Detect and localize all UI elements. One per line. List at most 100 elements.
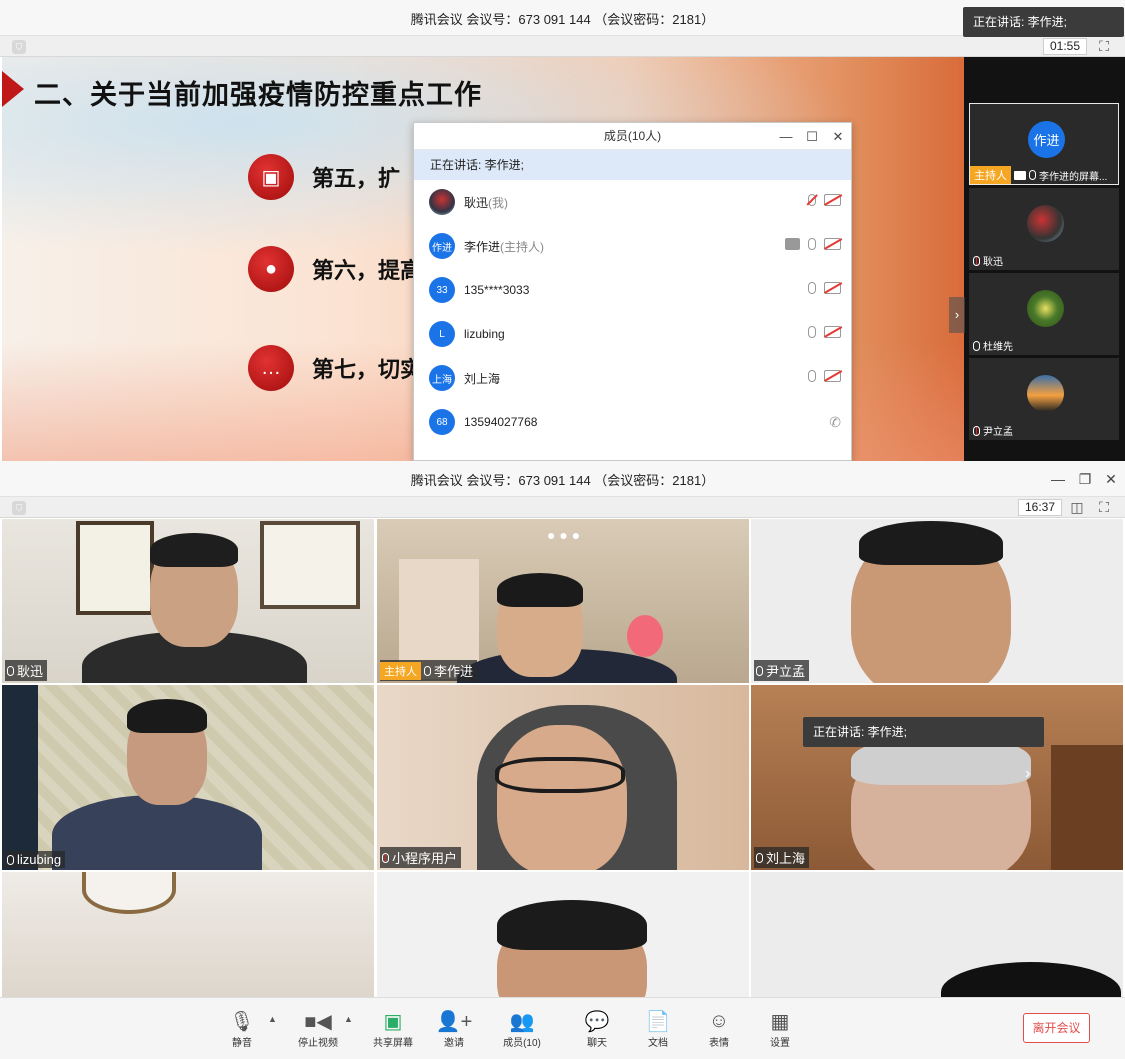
host-tag: 主持人 bbox=[380, 661, 421, 680]
sidebar-tile-host-screen[interactable]: 作进 主持人 李作进的屏幕... bbox=[969, 103, 1119, 185]
add-user-icon: 👤+ bbox=[435, 1010, 473, 1033]
avatar bbox=[429, 189, 455, 215]
video-tile-miniprogram-user[interactable]: 小程序用户 bbox=[377, 685, 749, 870]
camera-off-icon[interactable] bbox=[824, 194, 841, 206]
sidebar-tile-duweixian[interactable]: 杜维先 bbox=[969, 273, 1119, 355]
member-row[interactable]: 耿迅(我) bbox=[414, 180, 851, 224]
avatar: 68 bbox=[429, 409, 455, 435]
speaking-toast: 正在讲话: 李作进; bbox=[963, 7, 1124, 37]
top-sub-bar: ⛉ 01:55 ⛶ bbox=[0, 35, 1125, 57]
video-tile-lizuojin[interactable]: ● ● ● 主持人 李作进 bbox=[377, 519, 749, 683]
phone-icon[interactable]: ✆ bbox=[829, 414, 841, 431]
emoji-button[interactable]: ☺ 表情 bbox=[689, 1008, 749, 1050]
mic-icon bbox=[756, 852, 763, 863]
mic-muted-icon bbox=[382, 852, 389, 863]
hair bbox=[859, 521, 1003, 565]
mic-icon bbox=[756, 665, 763, 676]
bottom-timer: 16:37 bbox=[1018, 499, 1063, 516]
member-row[interactable]: 作进 李作进(主持人) bbox=[414, 224, 851, 268]
video-tile[interactable] bbox=[751, 872, 1123, 997]
close-icon[interactable]: ✕ bbox=[828, 123, 848, 150]
avatar bbox=[1027, 290, 1064, 327]
bottom-title-bar: 腾讯会议 会议号：673 091 144 （会议密码：2181） — ❐ ✕ bbox=[0, 461, 1125, 497]
video-tile-yinlimeng[interactable]: 尹立孟 bbox=[751, 519, 1123, 683]
minimize-icon[interactable]: — bbox=[1049, 471, 1067, 487]
person-body bbox=[52, 795, 262, 870]
bottom-window-title: 腾讯会议 会议号：673 091 144 （会议密码：2181） bbox=[410, 472, 715, 488]
microphone-icon: 🎙 bbox=[229, 1010, 255, 1033]
member-row[interactable]: L lizubing bbox=[414, 312, 851, 356]
layout-icon[interactable]: ◫ bbox=[1068, 499, 1086, 516]
video-tile-lizubing[interactable]: lizubing bbox=[2, 685, 374, 870]
camera-off-icon[interactable] bbox=[824, 326, 841, 338]
video-tile-liushanghai[interactable]: › 刘上海 bbox=[751, 685, 1123, 870]
share-screen-icon bbox=[1014, 170, 1026, 180]
video-tile-gengxun[interactable]: 耿迅 bbox=[2, 519, 374, 683]
sidebar-tile-yinlimeng[interactable]: 尹立孟 bbox=[969, 358, 1119, 440]
members-panel-header: 成员(10人) — ☐ ✕ bbox=[414, 123, 851, 150]
maximize-icon[interactable]: ☐ bbox=[802, 123, 822, 150]
close-icon[interactable]: ✕ bbox=[1102, 471, 1120, 488]
video-tile[interactable] bbox=[377, 872, 749, 997]
shield-icon: ⛉ bbox=[12, 40, 26, 54]
video-tile[interactable] bbox=[2, 872, 374, 997]
restore-icon[interactable]: ❐ bbox=[1076, 471, 1094, 488]
mute-button[interactable]: 🎙 静音 bbox=[212, 1008, 272, 1050]
slide-bullet-5: ▣ 第五，扩 bbox=[248, 154, 400, 200]
camera-off-icon[interactable] bbox=[824, 282, 841, 294]
invite-button[interactable]: 👤+ 邀请 bbox=[424, 1008, 484, 1050]
toy-decor bbox=[627, 615, 663, 657]
speech-bubble-icon: … bbox=[248, 345, 294, 391]
camera-icon: ▣ bbox=[248, 154, 294, 200]
mic-icon[interactable] bbox=[808, 326, 816, 338]
hair bbox=[150, 533, 238, 567]
avatar: 作进 bbox=[1028, 121, 1065, 158]
share-screen-button[interactable]: ▣ 共享屏幕 bbox=[363, 1008, 423, 1050]
mic-icon[interactable] bbox=[808, 238, 816, 250]
member-row[interactable]: 33 135****3033 bbox=[414, 268, 851, 312]
fullscreen-icon[interactable]: ⛶ bbox=[1095, 38, 1113, 55]
lamp: ● ● ● bbox=[547, 527, 581, 543]
chat-button[interactable]: 💬 聊天 bbox=[567, 1008, 627, 1050]
mic-icon[interactable] bbox=[808, 370, 816, 382]
docs-button[interactable]: 📄 文档 bbox=[628, 1008, 688, 1050]
share-screen-icon: ▣ bbox=[383, 1010, 403, 1033]
leave-meeting-button[interactable]: 离开会议 bbox=[1023, 1013, 1090, 1043]
avatar: 作进 bbox=[429, 233, 455, 259]
chevron-right-icon[interactable]: › bbox=[1025, 765, 1030, 783]
sidebar-collapse-arrow[interactable]: › bbox=[949, 297, 965, 333]
hair bbox=[497, 900, 647, 950]
bottom-sub-bar: ⛉ 16:37 ◫ ⛶ bbox=[0, 496, 1125, 518]
sidebar-tile-gengxun[interactable]: 耿迅 bbox=[969, 188, 1119, 270]
stop-video-button[interactable]: ■◀ 停止视频 bbox=[288, 1008, 348, 1050]
settings-button[interactable]: ▦ 设置 bbox=[750, 1008, 810, 1050]
mic-icon bbox=[7, 854, 14, 865]
hair bbox=[941, 962, 1121, 997]
mic-muted-icon[interactable] bbox=[808, 194, 816, 206]
member-row[interactable]: 上海 刘上海 bbox=[414, 356, 851, 400]
mic-icon[interactable] bbox=[808, 282, 816, 294]
document-icon: 📄 bbox=[645, 1010, 671, 1033]
settings-grid-icon: ▦ bbox=[770, 1010, 790, 1033]
top-meeting-window: 腾讯会议 会议号：673 091 144 （会议密码：2181） ⛉ 01:55… bbox=[0, 0, 1125, 461]
share-screen-icon bbox=[785, 238, 800, 250]
video-camera-icon: ■◀ bbox=[304, 1010, 332, 1033]
members-speaking-banner: 正在讲话: 李作进; bbox=[414, 150, 851, 180]
fullscreen-icon[interactable]: ⛶ bbox=[1095, 499, 1113, 516]
video-options-caret[interactable]: ▲ bbox=[344, 1014, 353, 1024]
wall-frame-left bbox=[76, 521, 154, 615]
top-timer: 01:55 bbox=[1043, 38, 1088, 55]
hair bbox=[497, 573, 583, 607]
member-row[interactable]: 68 13594027768 ✆ bbox=[414, 400, 851, 444]
mute-options-caret[interactable]: ▲ bbox=[268, 1014, 277, 1024]
mic-muted-icon bbox=[973, 425, 980, 436]
meeting-toolbar: 🎙 静音 ▲ ■◀ 停止视频 ▲ ▣ 共享屏幕 👤+ 邀请 👥 成员(10) 💬… bbox=[0, 997, 1125, 1059]
minimize-icon[interactable]: — bbox=[776, 123, 796, 150]
slide-title-arrow bbox=[2, 71, 24, 107]
camera-off-icon[interactable] bbox=[824, 238, 841, 250]
avatar: 上海 bbox=[429, 365, 455, 391]
members-button[interactable]: 👥 成员(10) bbox=[492, 1008, 552, 1050]
mic-muted-icon bbox=[973, 255, 980, 266]
members-icon: 👥 bbox=[509, 1010, 535, 1033]
camera-off-icon[interactable] bbox=[824, 370, 841, 382]
